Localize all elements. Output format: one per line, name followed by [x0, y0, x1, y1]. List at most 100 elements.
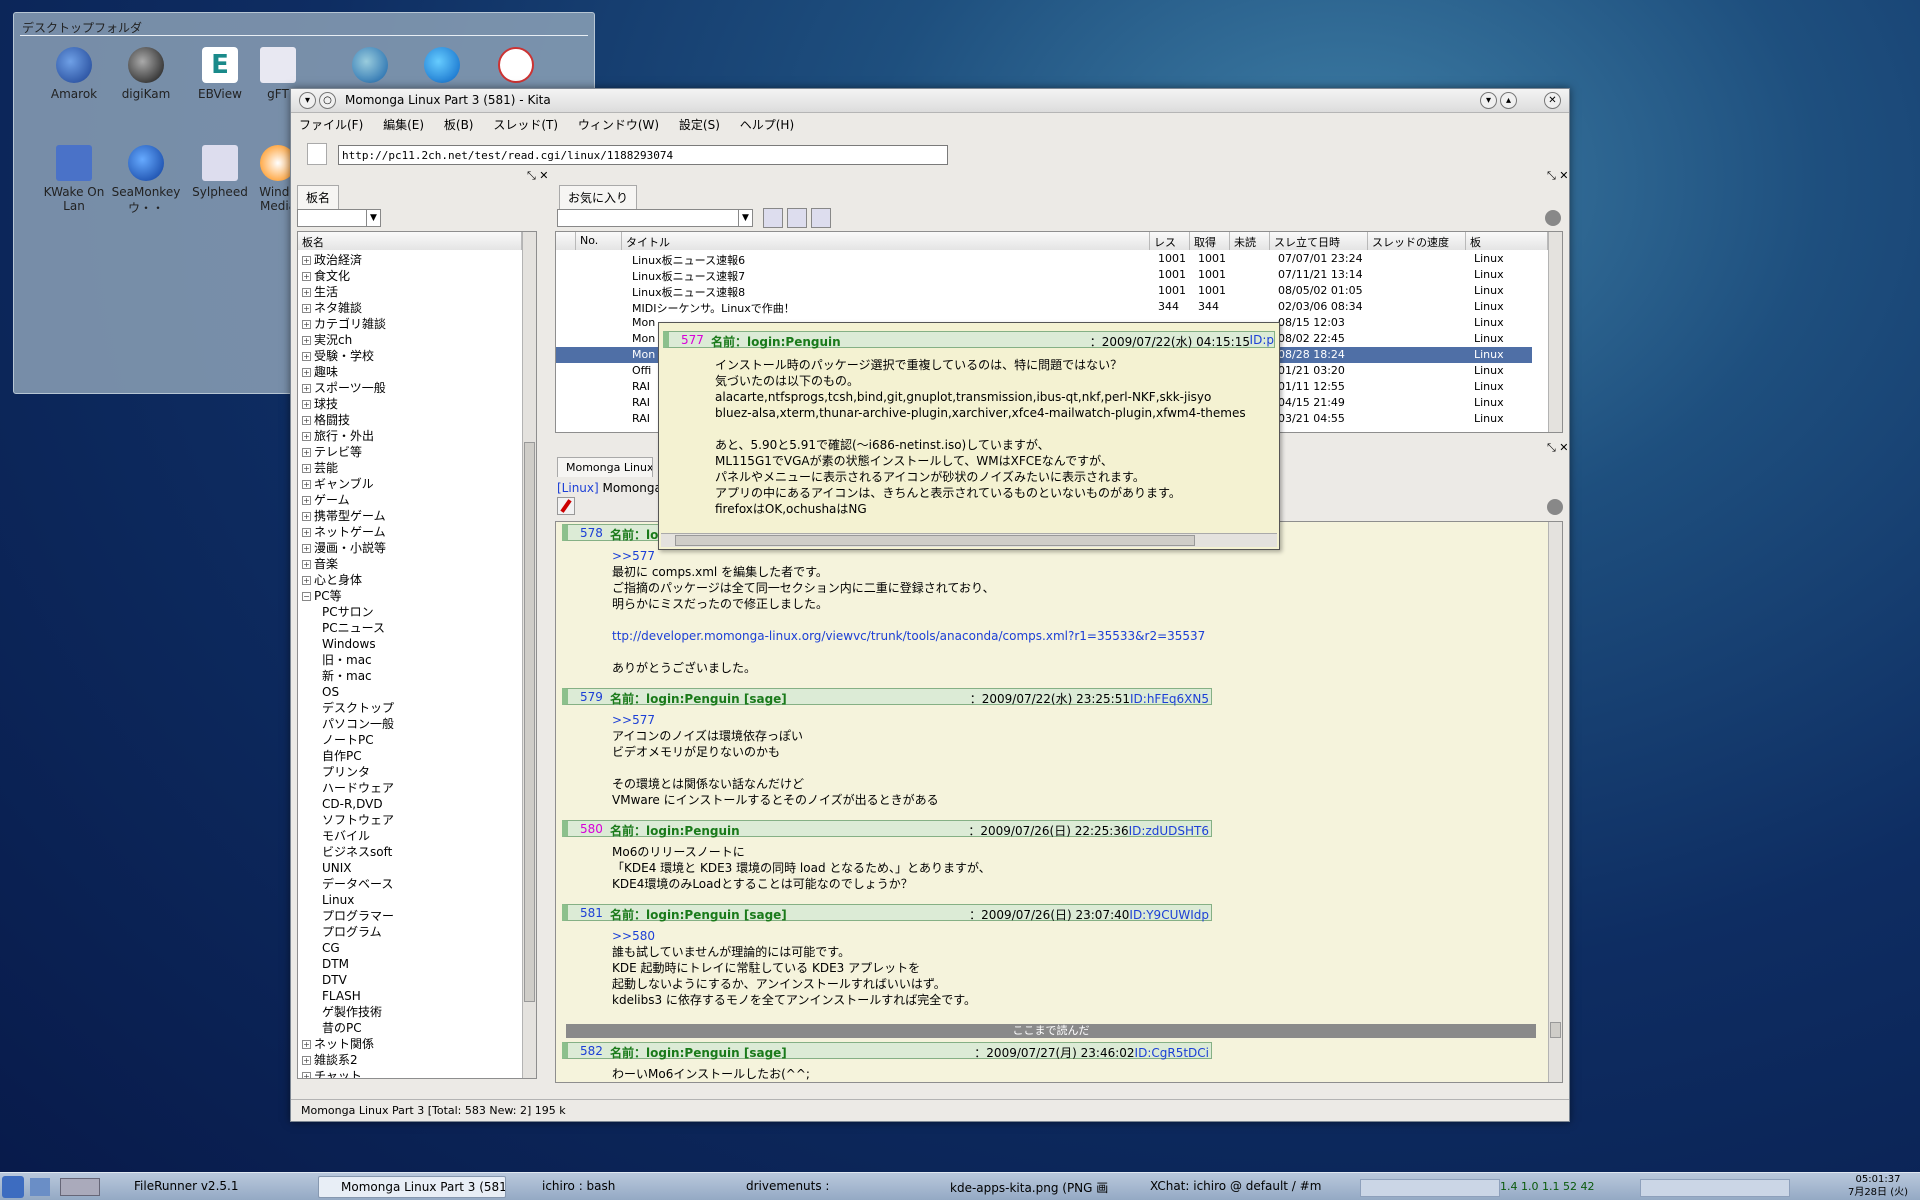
thread-row[interactable]: Linux板ニュース速報7 1001 1001 07/11/21 13:14 Linux: [556, 267, 1532, 283]
thread-scroll-thumb[interactable]: [1550, 1022, 1561, 1038]
expand-icon[interactable]: +: [302, 1040, 311, 1049]
favorites-search-combo[interactable]: ▼: [557, 209, 753, 227]
expand-icon[interactable]: +: [302, 432, 311, 441]
board-tree-scrollbar[interactable]: [522, 232, 536, 1078]
favorites-close-icon[interactable]: ⤡ ✕: [1547, 169, 1569, 183]
menu-window[interactable]: ウィンドウ(W): [570, 113, 667, 133]
show-desktop-icon[interactable]: [30, 1178, 50, 1196]
task-bash[interactable]: ichiro : bash: [520, 1176, 720, 1198]
popup-hscrollbar[interactable]: [661, 533, 1277, 547]
task-drivemenuts[interactable]: drivemenuts :: [724, 1176, 924, 1198]
url-input[interactable]: [338, 145, 948, 165]
board-item[interactable]: ソフトウェア: [298, 812, 522, 828]
ie-icon[interactable]: [406, 47, 478, 87]
menu-edit[interactable]: 編集(E): [375, 113, 432, 133]
board-item[interactable]: Linux: [298, 892, 522, 908]
task-xchat[interactable]: XChat: ichiro @ default / #m: [1128, 1176, 1328, 1198]
globe-icon[interactable]: [334, 47, 406, 87]
board-link[interactable]: [Linux]: [557, 481, 599, 495]
menu-help[interactable]: ヘルプ(H): [732, 113, 802, 133]
stop-icon[interactable]: [1545, 210, 1561, 226]
board-item[interactable]: ノートPC: [298, 732, 522, 748]
board-category[interactable]: + スポーツ一般: [298, 380, 522, 396]
menu-settings[interactable]: 設定(S): [671, 113, 728, 133]
board-category[interactable]: + テレビ等: [298, 444, 522, 460]
board-item[interactable]: 旧・mac: [298, 652, 522, 668]
expand-icon[interactable]: +: [302, 400, 311, 409]
board-category[interactable]: + 旅行・外出: [298, 428, 522, 444]
task-kita[interactable]: Momonga Linux Part 3 (581): [318, 1176, 506, 1198]
reload-icon[interactable]: [811, 208, 831, 228]
expand-icon[interactable]: +: [302, 304, 311, 313]
board-category[interactable]: + ネタ雑談: [298, 300, 522, 316]
board-item[interactable]: DTM: [298, 956, 522, 972]
board-item[interactable]: デスクトップ: [298, 700, 522, 716]
board-category[interactable]: + ギャンブル: [298, 476, 522, 492]
clock[interactable]: 05:01:37 7月28日 (火): [1838, 1173, 1918, 1199]
board-panel-close-icon[interactable]: ⤡ ✕: [527, 169, 549, 183]
col-icon[interactable]: [556, 232, 576, 250]
expand-icon[interactable]: +: [302, 448, 311, 457]
tray-apps-icons[interactable]: [1640, 1179, 1790, 1197]
expand-icon[interactable]: +: [302, 1072, 311, 1078]
expand-icon[interactable]: +: [302, 496, 311, 505]
col-created[interactable]: スレ立て日時: [1270, 232, 1368, 250]
post-line[interactable]: >>580: [612, 928, 976, 944]
menu-thread[interactable]: スレッド(T): [485, 113, 566, 133]
expand-icon[interactable]: +: [302, 368, 311, 377]
task-kde-apps-png[interactable]: kde-apps-kita.png (PNG 画: [928, 1176, 1108, 1198]
expand-icon[interactable]: +: [302, 544, 311, 553]
board-category[interactable]: + 食文化: [298, 268, 522, 284]
post-number[interactable]: 578: [580, 526, 603, 540]
expand-icon[interactable]: +: [302, 320, 311, 329]
window-titlebar[interactable]: ▾ ○ Momonga Linux Part 3 (581) - Kita ▾ …: [291, 89, 1569, 113]
thread-row[interactable]: MIDIシーケンサ。Linuxで作曲！ 344 344 02/03/06 08:34 L…: [556, 299, 1532, 315]
post-number[interactable]: 581: [580, 906, 603, 920]
board-category[interactable]: + 政治経済: [298, 252, 522, 268]
post-id[interactable]: ID:CgR5tDCi: [1135, 1046, 1209, 1060]
expand-icon[interactable]: +: [302, 512, 311, 521]
write-icon[interactable]: [557, 497, 575, 515]
board-item[interactable]: データベース: [298, 876, 522, 892]
board-item[interactable]: プリンタ: [298, 764, 522, 780]
board-item[interactable]: PCニュース: [298, 620, 522, 636]
thread-row[interactable]: Linux板ニュース速報6 1001 1001 07/07/01 23:24 Linux: [556, 251, 1532, 267]
col-res[interactable]: レス: [1150, 232, 1190, 250]
board-category[interactable]: + 生活: [298, 284, 522, 300]
thread-list-scrollbar[interactable]: [1548, 232, 1562, 432]
pager-icon[interactable]: [60, 1178, 100, 1196]
maximize-icon[interactable]: ▴: [1500, 92, 1517, 109]
thread-view-scrollbar[interactable]: [1548, 522, 1562, 1082]
task-filerunner[interactable]: FileRunner v2.5.1: [112, 1176, 312, 1198]
board-category[interactable]: + カテゴリ雑談: [298, 316, 522, 332]
thread-stop-icon[interactable]: [1547, 499, 1563, 515]
collapse-icon[interactable]: −: [302, 592, 311, 601]
seamonkey-icon[interactable]: SeaMonkey ウ・・: [110, 145, 182, 216]
board-item[interactable]: DTV: [298, 972, 522, 988]
post-line[interactable]: >>577: [612, 548, 1205, 564]
expand-icon[interactable]: +: [302, 272, 311, 281]
expand-icon[interactable]: +: [302, 256, 311, 265]
chevron-down-icon[interactable]: ▼: [738, 210, 752, 226]
tab-board-name[interactable]: 板名: [297, 185, 340, 209]
board-item[interactable]: CD-R,DVD: [298, 796, 522, 812]
board-category[interactable]: + 芸能: [298, 460, 522, 476]
kttk-icon[interactable]: [480, 47, 552, 87]
chevron-down-icon[interactable]: ▼: [366, 210, 380, 226]
thread-row[interactable]: Linux板ニュース速報8 1001 1001 08/05/02 01:05 Linux: [556, 283, 1532, 299]
filter-icon[interactable]: [787, 208, 807, 228]
expand-icon[interactable]: +: [302, 576, 311, 585]
board-tree-scroll-thumb[interactable]: [524, 442, 535, 1002]
menu-file[interactable]: ファイル(F): [291, 113, 371, 133]
board-item[interactable]: PCサロン: [298, 604, 522, 620]
expand-icon[interactable]: +: [302, 560, 311, 569]
expand-icon[interactable]: +: [302, 464, 311, 473]
expand-icon[interactable]: +: [302, 528, 311, 537]
board-category[interactable]: + 音楽: [298, 556, 522, 572]
col-title[interactable]: タイトル: [622, 232, 1150, 250]
board-item[interactable]: Windows: [298, 636, 522, 652]
board-item[interactable]: プログラム: [298, 924, 522, 940]
board-category[interactable]: + 受験・学校: [298, 348, 522, 364]
col-got[interactable]: 取得: [1190, 232, 1230, 250]
board-category[interactable]: + 球技: [298, 396, 522, 412]
